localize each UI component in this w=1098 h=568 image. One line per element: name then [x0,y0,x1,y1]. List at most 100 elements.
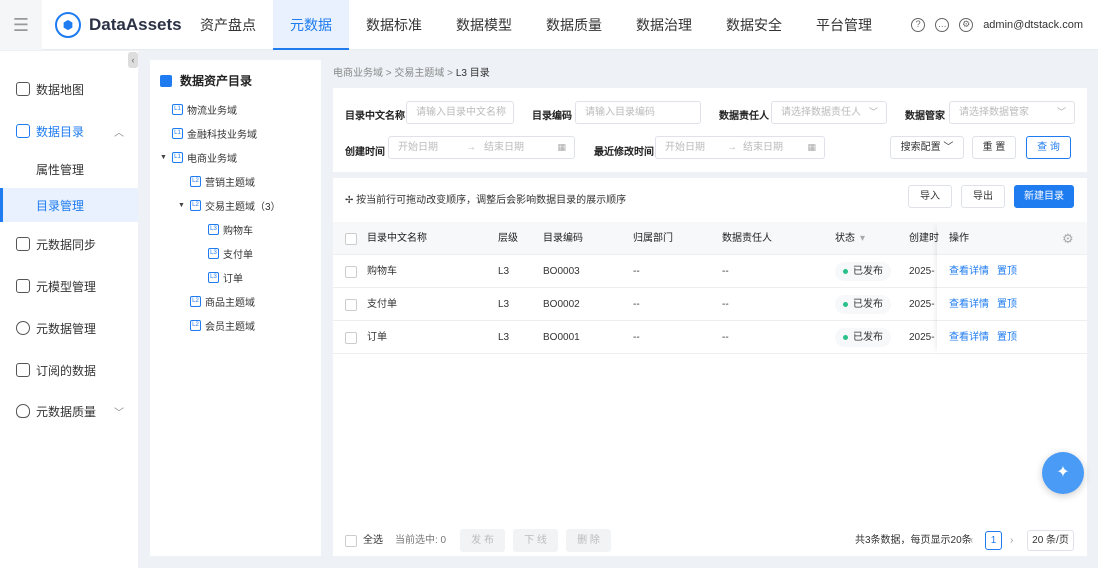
export-button[interactable]: 导出 [961,185,1005,208]
message-icon[interactable]: … [935,18,949,32]
tree-node[interactable]: L1 金融科技业务域 [172,126,257,141]
code: BO0003 [543,255,580,288]
row-checkbox[interactable] [345,299,357,311]
user-account[interactable]: admin@dtstack.com [983,19,1083,31]
tree-node[interactable]: ▼L2交易主题域（3） [178,198,281,213]
sidebar-item-metadata-sync[interactable]: 元数据同步 [0,227,138,261]
search-config-button[interactable]: 搜索配置 ﹀ [890,136,964,159]
dept: -- [633,321,640,354]
sidebar-item-catalog-mgmt[interactable]: 目录管理 [0,188,138,222]
reset-button[interactable]: 重 置 [972,136,1016,159]
tree-node[interactable]: L2营销主题域 [190,174,255,189]
collapse-sidebar-button[interactable]: ‹ [128,52,138,68]
status-text: 已发布 [853,332,883,343]
start-date[interactable]: 开始日期 [665,142,705,153]
query-button[interactable]: 查 询 [1026,136,1071,159]
delete-button[interactable]: 删 除 [566,529,611,552]
logo[interactable]: ⬢DataAssets [55,12,182,38]
sidebar-item-data-catalog[interactable]: 数据目录︿ [0,114,138,148]
nav-data-security[interactable]: 数据安全 [709,0,799,50]
sidebar-item-subscribed[interactable]: 订阅的数据 [0,353,138,387]
caret-down-icon[interactable]: ▼ [160,154,168,161]
new-catalog-button[interactable]: 新建目录 [1014,185,1074,208]
steward-select[interactable]: 请选择数据管家 ﹀ [949,101,1075,124]
import-button[interactable]: 导入 [908,185,952,208]
created-range[interactable]: 开始日期→结束日期▦ [388,136,575,159]
created: 2025- [909,288,935,321]
end-date[interactable]: 结束日期 [484,142,524,153]
arrow-icon: → [466,142,476,153]
publish-button[interactable]: 发 布 [460,529,505,552]
col-created: 创建时 [909,222,939,255]
name: 购物车 [367,255,397,288]
sidebar-item-attribute-mgmt[interactable]: 属性管理 [0,152,138,186]
chevron-down-icon: ﹀ [114,404,124,419]
node-label: 会员主题域 [205,318,255,333]
modified-range[interactable]: 开始日期→结束日期▦ [655,136,825,159]
code-input[interactable]: 请输入目录编码 [575,101,701,124]
nav-data-quality[interactable]: 数据质量 [529,0,619,50]
node-label: 金融科技业务域 [187,126,257,141]
page-size-select[interactable]: 20 条/页 [1027,530,1074,551]
tree-node[interactable]: L1物流业务域 [172,102,237,117]
row-checkbox[interactable] [345,332,357,344]
status-text: 已发布 [853,266,883,277]
start-date[interactable]: 开始日期 [398,142,438,153]
placeholder: 请选择数据管家 [959,107,1029,118]
next-page-icon[interactable]: › [1010,525,1013,556]
tree-node[interactable]: L3支付单 [208,246,253,261]
col-status: 状态 [835,222,855,255]
level-icon: L1 [172,104,183,115]
map-icon [16,82,30,96]
filter-icon[interactable]: ▾ [860,222,865,255]
sidebar-item-metadata-quality[interactable]: 元数据质量﹀ [0,394,138,428]
label: 元数据同步 [36,236,96,253]
nav-metadata[interactable]: 元数据 [273,0,349,50]
page-1-button[interactable]: 1 [985,531,1002,550]
level: L3 [498,321,509,354]
tree-node[interactable]: L2商品主题域 [190,294,255,309]
row-checkbox[interactable] [345,266,357,278]
tree-node[interactable]: ▼L1电商业务域 [160,150,237,165]
chevron-down-icon: ﹀ [1057,102,1066,123]
name: 订单 [367,321,387,354]
status-badge: 已发布 [835,328,891,347]
label: 数据目录 [36,123,84,140]
nav-data-standard[interactable]: 数据标准 [349,0,439,50]
help-icon[interactable]: ? [911,18,925,32]
prev-page-icon[interactable]: ‹ [970,525,973,556]
tree-node[interactable]: L2 会员主题域 [190,318,255,333]
level-icon: L2 [190,320,201,331]
sidebar-item-metadata-mgmt[interactable]: 元数据管理 [0,311,138,345]
gear-icon[interactable]: ⚙ [959,18,973,32]
level-icon: L1 [172,128,183,139]
steward-label: 数据管家 [905,107,945,122]
tree-node[interactable]: L3购物车 [208,222,253,237]
select-all-checkbox[interactable] [345,233,357,245]
end-date[interactable]: 结束日期 [743,142,783,153]
sidebar-item-data-map[interactable]: 数据地图 [0,72,138,106]
nav-data-model[interactable]: 数据模型 [439,0,529,50]
tree-title: 数据资产目录 [180,72,252,89]
tree-node[interactable]: L3订单 [208,270,243,285]
filter-panel: 目录中文名称 请输入目录中文名称 目录编码 请输入目录编码 数据责任人 请选择数… [333,88,1087,172]
catalog-table-card: ✢ 按当前行可拖动改变顺序，调整后会影响数据目录的展示顺序 导入 导出 新建目录… [333,178,1087,556]
select-all-checkbox[interactable] [345,535,357,547]
drag-hint: 按当前行可拖动改变顺序，调整后会影响数据目录的展示顺序 [356,195,626,206]
catalog-tree: 数据资产目录 L1物流业务域 L1 金融科技业务域 ▼L1电商业务域 L2营销主题… [150,60,321,556]
select-all-label[interactable]: 全选 [363,525,383,556]
nav-data-governance[interactable]: 数据治理 [619,0,709,50]
name-input[interactable]: 请输入目录中文名称 [406,101,514,124]
nav-platform[interactable]: 平台管理 [799,0,889,50]
breadcrumb-item[interactable]: 交易主题域 [394,68,444,79]
caret-down-icon[interactable]: ▼ [178,202,186,209]
offline-button[interactable]: 下 线 [513,529,558,552]
level-icon: L2 [190,296,201,307]
menu-icon[interactable]: ☰ [0,0,42,50]
breadcrumb-item[interactable]: 电商业务域 [333,68,383,79]
assistant-float-button[interactable]: ✦ [1042,452,1084,494]
col-level: 层级 [498,222,518,255]
nav-asset-inventory[interactable]: 资产盘点 [183,0,273,50]
sidebar-item-metamodel[interactable]: 元模型管理 [0,269,138,303]
owner-select[interactable]: 请选择数据责任人﹀ [771,101,887,124]
